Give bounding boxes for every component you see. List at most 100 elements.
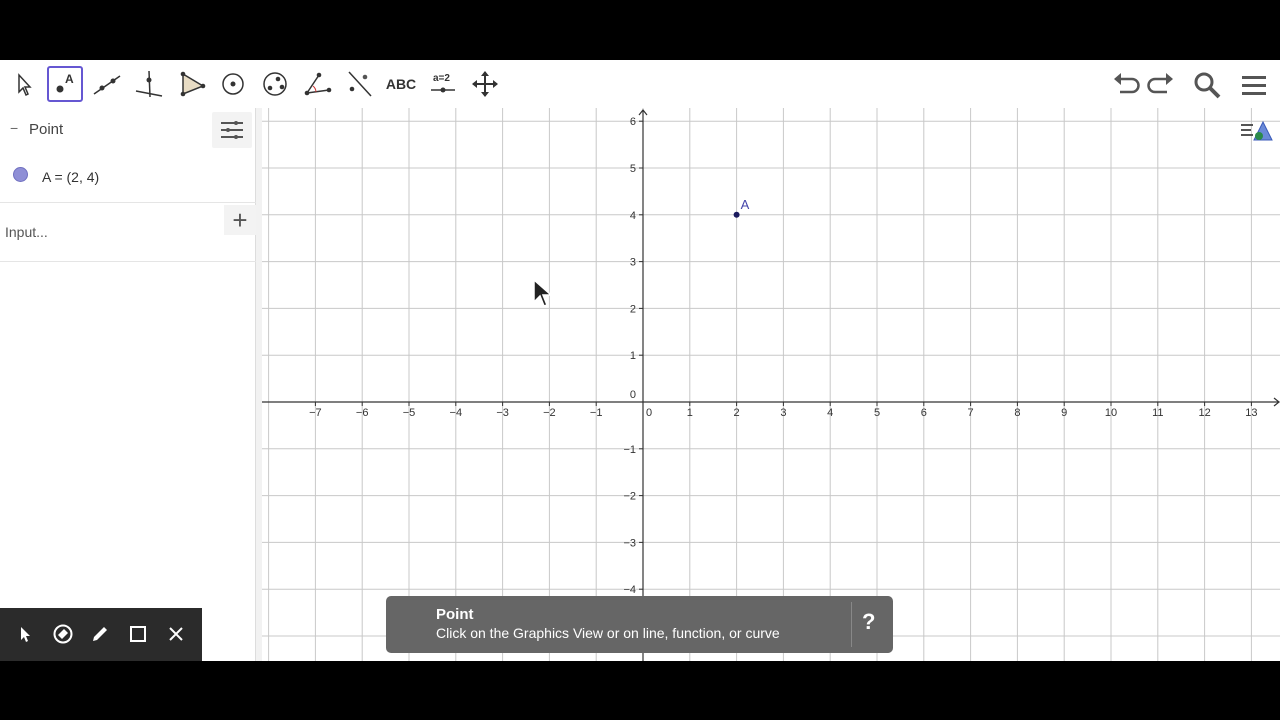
style-bar-toggle-button[interactable] [1238,114,1274,150]
close-icon [169,627,183,641]
y-tick-label: −2 [623,491,636,503]
select-rectangle-button[interactable] [125,621,151,647]
sort-menu-icon [221,121,243,139]
y-tick-label: 2 [630,303,636,315]
x-tick-label: 1 [687,407,693,419]
angle-tool-button[interactable] [299,66,335,102]
x-tick-label: 8 [1014,407,1020,419]
y-tick-label: 3 [630,257,636,269]
circle-tool-button[interactable] [215,66,251,102]
x-tick-label: 10 [1105,407,1117,419]
category-label: Point [29,121,64,138]
svg-text:a=2: a=2 [433,73,450,84]
graphics-view[interactable]: −7 −6 −5 −4 −3 −2 −1 0 1 2 3 4 5 6 7 8 9 10 11 12 136543210−… [262,108,1280,661]
style-bar-icon [1241,120,1273,141]
move-graphics-view-icon [472,71,498,97]
tooltip-help-button[interactable]: ? [862,609,875,635]
text-icon: ABC [385,76,417,92]
x-tick-label: 4 [827,407,833,419]
select-rectangle-icon [130,626,146,642]
reflect-icon [348,71,372,97]
y-tick-label: 5 [630,163,636,175]
text-tool-button[interactable]: ABC [383,66,419,102]
svg-text:A: A [65,72,74,86]
pen-move-button[interactable] [12,621,38,647]
y-tick-label: 0 [630,389,636,401]
x-tick-label: 5 [874,407,880,419]
collapse-icon[interactable]: − [10,120,18,136]
search-button[interactable] [1190,68,1224,102]
algebra-view: − Point A = (2, 4) Input... + [0,108,256,661]
x-tick-label: 7 [968,407,974,419]
x-tick-label: 13 [1245,407,1257,419]
y-tick-label: 6 [630,116,636,128]
algebra-category-point[interactable]: − Point [0,108,256,150]
input-placeholder[interactable]: Input... [5,224,48,240]
point-icon: A [56,72,74,93]
pen-move-icon [21,627,30,642]
algebra-input[interactable]: Input... + [0,205,256,262]
algebra-expression[interactable]: A = (2, 4) [42,169,99,185]
tool-help-tooltip: Point Click on the Graphics View or on l… [386,596,893,653]
x-tick-label: 2 [734,407,740,419]
toolbar: A ABC a=2 [0,60,1280,108]
x-tick-label: −3 [496,407,509,419]
y-tick-label: −4 [623,584,636,596]
undo-button[interactable] [1108,68,1142,102]
main-menu-button[interactable] [1237,68,1271,102]
perpendicular-line-icon [135,70,163,98]
move-arrow-icon [18,73,32,97]
polygon-icon [180,71,206,97]
pen-toolbar [0,608,202,661]
y-tick-label: 1 [630,350,636,362]
x-tick-label: 3 [780,407,786,419]
point-a [733,211,740,218]
tooltip-divider [851,602,852,647]
visibility-toggle-icon[interactable] [13,167,28,182]
reflect-tool-button[interactable] [341,66,377,102]
y-tick-label: 4 [630,210,636,222]
x-tick-label: 12 [1198,407,1210,419]
move-graphics-view-button[interactable] [467,66,503,102]
point-tool-button[interactable]: A [47,66,83,102]
undo-icon [1114,73,1140,94]
circle-center-point-icon [222,73,244,95]
x-tick-label: 11 [1152,407,1163,419]
x-tick-label: −6 [356,407,369,419]
y-tick-label: −1 [623,444,636,456]
x-tick-label: 6 [921,407,927,419]
x-tick-label: −2 [543,407,556,419]
redo-icon [1147,73,1173,94]
line-icon [93,75,121,95]
eraser-button[interactable] [50,621,76,647]
plus-icon: + [232,205,248,235]
tooltip-title: Point [436,606,474,623]
x-tick-label: −5 [403,407,416,419]
polygon-tool-button[interactable] [173,66,209,102]
redo-button[interactable] [1145,68,1179,102]
add-input-button[interactable]: + [224,205,256,235]
main-menu-icon [1242,76,1266,95]
slider-icon: a=2 [431,73,455,93]
search-icon [1194,72,1221,99]
algebra-menu-button[interactable] [212,112,252,148]
slider-tool-button[interactable]: a=2 [425,66,461,102]
tooltip-description: Click on the Graphics View or on line, f… [436,625,780,641]
geogebra-app: A ABC a=2 − Point A = (2, 4) Input... + … [0,60,1280,661]
conic-tool-button[interactable] [257,66,293,102]
x-tick-label: −7 [309,407,322,419]
eraser-icon [53,624,73,644]
y-tick-label: −3 [623,537,636,549]
close-pen-button[interactable] [163,621,189,647]
angle-icon [304,72,332,96]
pen-button[interactable] [87,621,113,647]
point-a-label: A [741,197,750,212]
x-tick-label: −1 [590,407,603,419]
mouse-cursor-icon [533,278,553,307]
perpendicular-tool-button[interactable] [131,66,167,102]
line-tool-button[interactable] [89,66,125,102]
algebra-item[interactable]: A = (2, 4) [0,154,256,203]
x-tick-label: 9 [1061,407,1067,419]
move-tool-button[interactable] [6,66,42,102]
ellipse-icon [263,72,287,96]
